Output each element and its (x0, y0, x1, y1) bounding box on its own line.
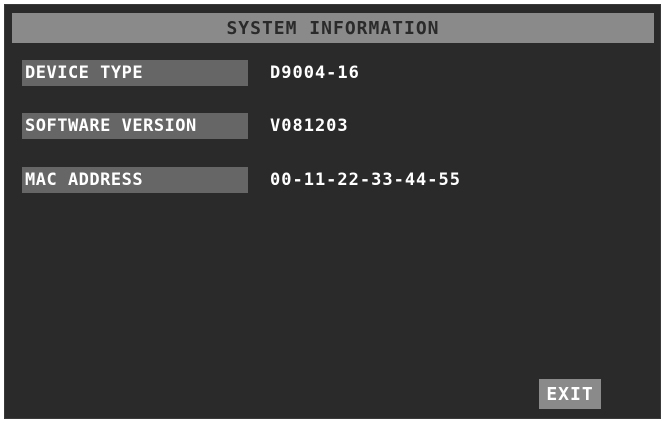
exit-button[interactable]: EXIT (539, 379, 601, 409)
device-type-label: DEVICE TYPE (22, 60, 248, 86)
mac-address-value: 00-11-22-33-44-55 (270, 170, 461, 190)
panel-title: SYSTEM INFORMATION (12, 13, 654, 43)
software-version-value: V081203 (270, 116, 349, 136)
info-row-software-version: SOFTWARE VERSION V081203 (22, 113, 349, 139)
software-version-label: SOFTWARE VERSION (22, 113, 248, 139)
mac-address-label: MAC ADDRESS (22, 167, 248, 193)
info-row-mac-address: MAC ADDRESS 00-11-22-33-44-55 (22, 167, 461, 193)
info-row-device-type: DEVICE TYPE D9004-16 (22, 60, 360, 86)
system-information-panel: SYSTEM INFORMATION DEVICE TYPE D9004-16 … (4, 4, 661, 419)
device-type-value: D9004-16 (270, 63, 360, 83)
